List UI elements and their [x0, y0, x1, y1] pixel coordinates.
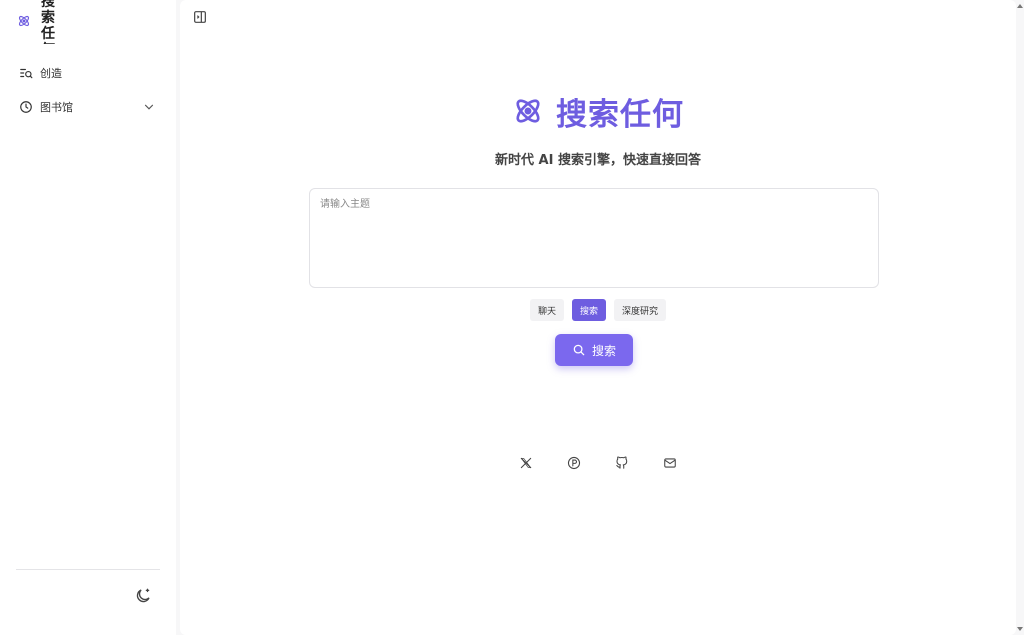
moon-icon[interactable]	[134, 587, 152, 605]
topic-input[interactable]	[309, 188, 879, 288]
sidebar-item-label: 创造	[40, 67, 62, 80]
product-hunt-icon[interactable]	[567, 456, 581, 470]
sidebar: 搜索任何 创造 图书馆	[0, 0, 176, 635]
brand[interactable]: 搜索任何	[16, 0, 76, 44]
sidebar-item-label: 图书馆	[40, 101, 73, 114]
clock-icon	[19, 100, 33, 114]
scroll-up-arrow[interactable]	[1017, 4, 1023, 8]
chevron-down-icon[interactable]	[142, 100, 156, 114]
search-list-icon	[19, 66, 33, 80]
social-links	[180, 456, 1016, 470]
atom-icon	[516, 99, 540, 123]
page-subtitle: 新时代 AI 搜索引擎，快速直接回答	[495, 153, 701, 168]
scroll-down-arrow[interactable]	[1017, 627, 1023, 631]
sidebar-toggle-icon[interactable]	[192, 9, 208, 25]
mail-icon[interactable]	[663, 456, 677, 470]
mode-selector: 聊天 搜索 深度研究	[180, 299, 1016, 321]
brand-name: 搜索任何	[41, 0, 55, 44]
search-button-label: 搜索	[591, 343, 616, 358]
mode-search-button[interactable]: 搜索	[571, 299, 606, 321]
sidebar-item-create[interactable]: 创造	[12, 61, 162, 85]
mode-chat-button[interactable]: 聊天	[529, 299, 564, 321]
page-title: 搜索任何	[556, 96, 684, 133]
x-icon[interactable]	[519, 456, 533, 470]
search-icon	[573, 344, 585, 356]
github-icon[interactable]	[615, 456, 629, 470]
search-button[interactable]: 搜索	[555, 334, 633, 366]
sidebar-item-library[interactable]: 图书馆	[12, 95, 162, 119]
mode-deep-research-button[interactable]: 深度研究	[614, 299, 667, 321]
atom-icon	[18, 15, 30, 27]
sidebar-divider	[16, 569, 160, 570]
scrollbar[interactable]	[1016, 0, 1024, 635]
main-panel: 搜索任何 新时代 AI 搜索引擎，快速直接回答 聊天 搜索 深度研究 搜索	[180, 0, 1016, 635]
hero-title: 搜索任何	[180, 88, 1016, 134]
